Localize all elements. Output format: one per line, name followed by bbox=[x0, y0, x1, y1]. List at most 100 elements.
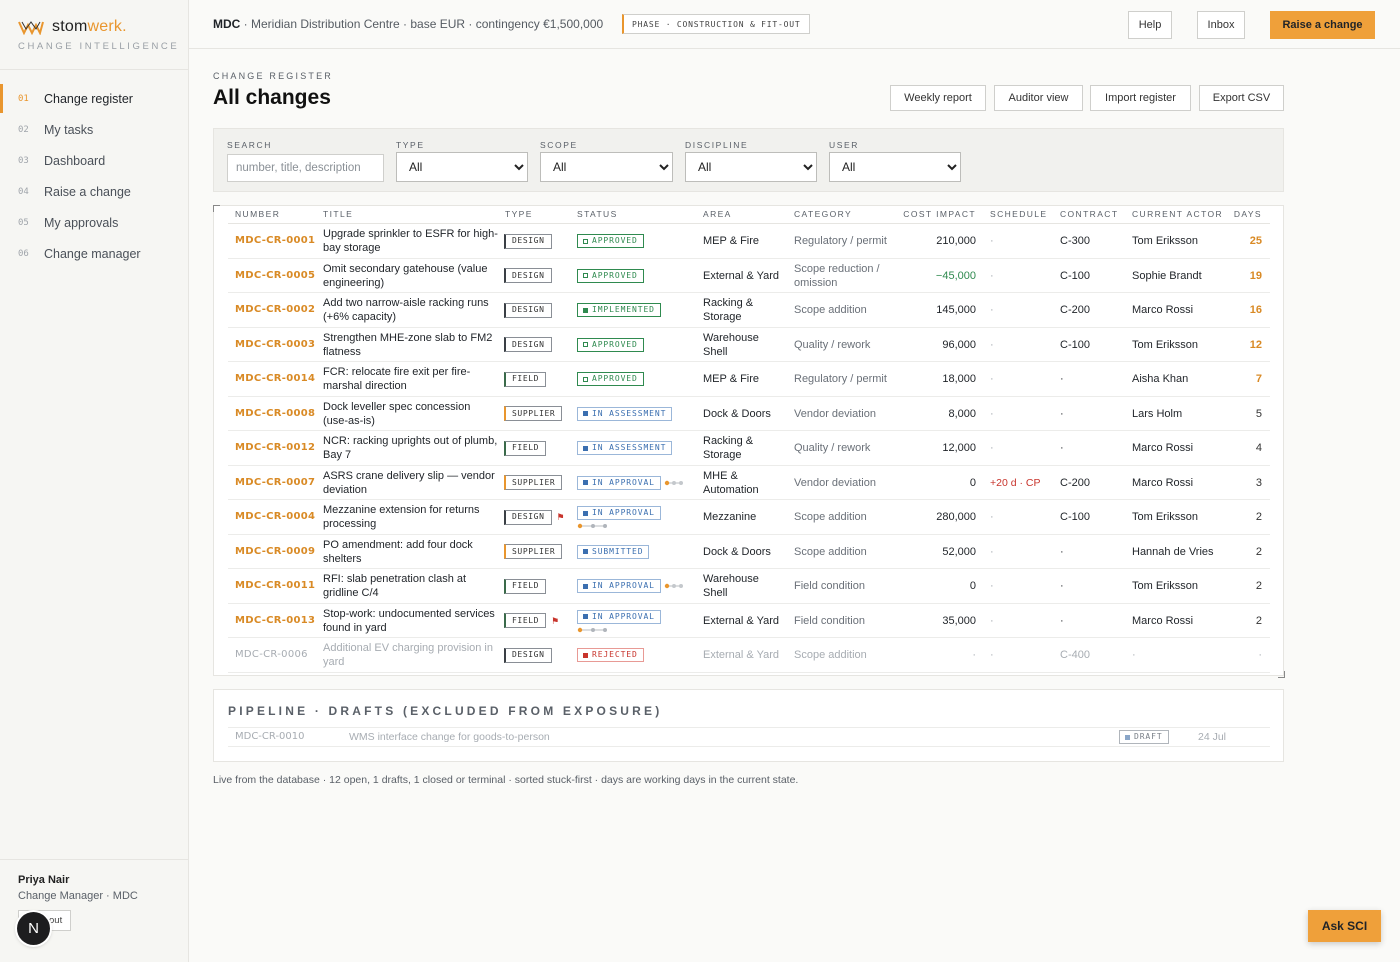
table-row[interactable]: MDC-CR-0012 NCR: racking uprights out of … bbox=[228, 431, 1270, 466]
actor-cell: Aisha Khan bbox=[1132, 373, 1189, 385]
change-title: Upgrade sprinkler to ESFR for high-bay s… bbox=[323, 228, 498, 254]
type-filter-select[interactable]: All bbox=[396, 152, 528, 182]
sidebar-item-my-approvals[interactable]: 05 My approvals bbox=[0, 207, 188, 238]
change-number-link[interactable]: MDC-CR-0008 bbox=[235, 397, 315, 431]
sidebar-item-raise-a-change[interactable]: 04 Raise a change bbox=[0, 176, 188, 207]
auditor-view-button[interactable]: Auditor view bbox=[994, 85, 1083, 111]
scope-filter-select[interactable]: All bbox=[540, 152, 673, 182]
nav-number: 01 bbox=[18, 93, 29, 104]
status-badge: SUBMITTED bbox=[577, 544, 650, 559]
cost-cell: −45,000 bbox=[935, 269, 976, 282]
table-row[interactable]: MDC-CR-0004 Mezzanine extension for retur… bbox=[228, 500, 1270, 535]
col-header-title[interactable]: TITLE bbox=[323, 209, 353, 219]
col-header-actor[interactable]: CURRENT ACTOR bbox=[1132, 209, 1223, 219]
table-row[interactable]: MDC-CR-0005 Omit secondary gatehouse (val… bbox=[228, 259, 1270, 293]
status-label: IN APPROVAL bbox=[592, 477, 655, 487]
days-cell: 5 bbox=[1255, 407, 1262, 420]
user-filter-select[interactable]: All bbox=[829, 152, 961, 182]
change-number-link[interactable]: MDC-CR-0013 bbox=[235, 604, 315, 638]
cost-cell: 280,000 bbox=[936, 511, 976, 523]
table-row[interactable]: MDC-CR-0002 Add two narrow-aisle racking … bbox=[228, 293, 1270, 328]
col-header-cost[interactable]: COST IMPACT bbox=[898, 209, 976, 219]
status-badge: APPROVED bbox=[577, 268, 644, 283]
change-number-link[interactable]: MDC-CR-0001 bbox=[235, 224, 315, 258]
category-cell: Field condition bbox=[794, 580, 865, 592]
area-cell: External & Yard bbox=[703, 649, 780, 661]
help-button[interactable]: Help bbox=[1128, 11, 1172, 39]
col-header-area[interactable]: AREA bbox=[703, 209, 732, 219]
col-header-contract[interactable]: CONTRACT bbox=[1060, 209, 1118, 219]
brand-logo[interactable]: stomwerk. CHANGE INTELLIGENCE bbox=[18, 18, 179, 52]
change-number-link[interactable]: MDC-CR-0006 bbox=[235, 638, 308, 672]
pipeline-status-label: DRAFT bbox=[1134, 732, 1163, 741]
col-header-status[interactable]: STATUS bbox=[577, 209, 618, 219]
table-resize-handle[interactable] bbox=[1278, 671, 1285, 678]
change-title: ASRS crane delivery slip — vendor deviat… bbox=[323, 469, 495, 496]
type-filter-label: TYPE bbox=[396, 140, 425, 150]
days-cell: 7 bbox=[1255, 373, 1262, 385]
sidebar-nav: 01 Change register 02 My tasks 03 Dashboard 04… bbox=[0, 83, 188, 269]
change-number-link[interactable]: MDC-CR-0011 bbox=[235, 569, 315, 603]
cost-cell: 210,000 bbox=[936, 235, 976, 247]
change-number-link[interactable]: MDC-CR-0007 bbox=[235, 466, 315, 500]
col-header-category[interactable]: CATEGORY bbox=[794, 209, 852, 219]
sidebar-divider bbox=[0, 69, 188, 70]
sidebar-item-change-manager[interactable]: 06 Change manager bbox=[0, 238, 188, 269]
sidebar-item-dashboard[interactable]: 03 Dashboard bbox=[0, 145, 188, 176]
avatar[interactable]: N bbox=[17, 912, 50, 945]
nav-number: 04 bbox=[18, 186, 29, 197]
table-row[interactable]: MDC-CR-0001 Upgrade sprinkler to ESFR for… bbox=[228, 224, 1270, 259]
search-input[interactable] bbox=[227, 154, 384, 182]
category-cell: Scope addition bbox=[794, 304, 867, 316]
table-row[interactable]: MDC-CR-0008 Dock leveller spec concession… bbox=[228, 397, 1270, 431]
sidebar-item-change-register[interactable]: 01 Change register bbox=[0, 83, 188, 114]
actor-cell: Tom Eriksson bbox=[1132, 235, 1199, 247]
export-csv-button[interactable]: Export CSV bbox=[1199, 85, 1284, 111]
discipline-filter-select[interactable]: All bbox=[685, 152, 817, 182]
change-number-link[interactable]: MDC-CR-0014 bbox=[235, 362, 315, 396]
approval-progress-icon bbox=[664, 480, 683, 485]
col-header-days[interactable]: DAYS bbox=[1222, 209, 1262, 219]
type-cell: FIELD bbox=[504, 569, 547, 603]
change-title: FCR: relocate fire exit per fire-marshal… bbox=[323, 366, 471, 392]
type-tag: SUPPLIER bbox=[504, 475, 563, 490]
actor-cell: Marco Rossi bbox=[1132, 614, 1194, 627]
pipeline-row[interactable]: MDC-CR-0010 WMS interface change for goo… bbox=[228, 729, 1270, 747]
status-square-icon bbox=[583, 480, 588, 485]
weekly-report-button[interactable]: Weekly report bbox=[890, 85, 986, 111]
table-row[interactable]: MDC-CR-0014 FCR: relocate fire exit per f… bbox=[228, 362, 1270, 397]
approval-progress-icon bbox=[577, 627, 607, 632]
type-cell: DESIGN bbox=[504, 638, 552, 672]
type-cell: DESIGN bbox=[504, 259, 552, 293]
sidebar-item-my-tasks[interactable]: 02 My tasks bbox=[0, 114, 188, 145]
change-number-link[interactable]: MDC-CR-0004 bbox=[235, 500, 315, 534]
nav-label: Dashboard bbox=[44, 153, 106, 168]
actor-cell: Hannah de Vries bbox=[1132, 545, 1214, 558]
table-row[interactable]: MDC-CR-0003 Strengthen MHE-zone slab to F… bbox=[228, 328, 1270, 362]
table-row[interactable]: MDC-CR-0006 Additional EV charging provis… bbox=[228, 638, 1270, 673]
change-number-link[interactable]: MDC-CR-0005 bbox=[235, 259, 315, 293]
change-number-link[interactable]: MDC-CR-0002 bbox=[235, 293, 315, 327]
raise-change-button[interactable]: Raise a change bbox=[1270, 11, 1375, 39]
pipeline-number[interactable]: MDC-CR-0010 bbox=[235, 729, 305, 745]
table-row[interactable]: MDC-CR-0013 Stop-work: undocumented servi… bbox=[228, 604, 1270, 638]
table-row[interactable]: MDC-CR-0011 RFI: slab penetration clash a… bbox=[228, 569, 1270, 604]
change-number-link[interactable]: MDC-CR-0009 bbox=[235, 535, 315, 569]
status-square-icon bbox=[583, 510, 588, 516]
change-number-link[interactable]: MDC-CR-0012 bbox=[235, 431, 315, 465]
inbox-button[interactable]: Inbox bbox=[1197, 11, 1245, 39]
table-row[interactable]: MDC-CR-0009 PO amendment: add four dock s… bbox=[228, 535, 1270, 569]
days-cell: 2 bbox=[1255, 511, 1262, 523]
col-header-type[interactable]: TYPE bbox=[505, 209, 533, 219]
col-header-number[interactable]: NUMBER bbox=[235, 209, 280, 219]
import-register-button[interactable]: Import register bbox=[1090, 85, 1191, 111]
category-cell: Vendor deviation bbox=[794, 407, 876, 420]
ask-sci-button[interactable]: Ask SCI bbox=[1308, 910, 1381, 942]
change-number-link[interactable]: MDC-CR-0003 bbox=[235, 328, 315, 362]
status-label: IN ASSESSMENT bbox=[592, 408, 667, 418]
table-row[interactable]: MDC-CR-0007 ASRS crane delivery slip — ve… bbox=[228, 466, 1270, 500]
area-cell: Racking & Storage bbox=[703, 297, 754, 323]
col-header-schedule[interactable]: SCHEDULE bbox=[990, 209, 1048, 219]
schedule-cell: · bbox=[990, 304, 994, 316]
type-tag: SUPPLIER bbox=[504, 406, 563, 421]
